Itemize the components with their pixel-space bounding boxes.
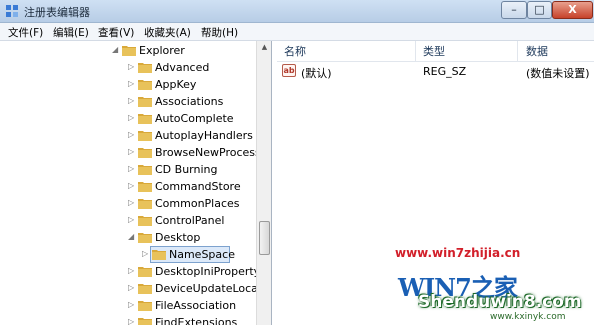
scroll-thumb[interactable] bbox=[259, 221, 270, 255]
tree-node[interactable]: ▷ CommonPlaces bbox=[0, 195, 256, 212]
tree-node-label: AppKey bbox=[155, 78, 197, 91]
registry-tree[interactable]: ◢ Explorer ▷ Advanced ▷ AppKey ▷ Associations ▷ A… bbox=[0, 41, 272, 325]
close-button[interactable]: X bbox=[552, 1, 593, 19]
tree-node[interactable]: ▷ FileAssociation bbox=[0, 297, 256, 314]
menu-bar: 文件(F) 编辑(E) 查看(V) 收藏夹(A) 帮助(H) bbox=[0, 23, 594, 41]
string-value-icon: ab bbox=[282, 64, 296, 77]
expand-arrow-icon[interactable]: ▷ bbox=[128, 181, 136, 191]
tree-node-label: Desktop bbox=[155, 231, 201, 244]
tree-node[interactable]: ▷ CommandStore bbox=[0, 178, 256, 195]
tree-node-label: ControlPanel bbox=[155, 214, 225, 227]
tree-node-label: AutoplayHandlers bbox=[155, 129, 253, 142]
expand-arrow-icon[interactable]: ▷ bbox=[128, 300, 136, 310]
column-divider[interactable] bbox=[517, 41, 518, 61]
folder-icon bbox=[138, 165, 152, 175]
tree-scrollbar[interactable]: ▲ bbox=[256, 41, 271, 325]
folder-icon bbox=[138, 148, 152, 158]
tree-node-label: Advanced bbox=[155, 61, 210, 74]
expand-arrow-icon[interactable]: ▷ bbox=[128, 198, 136, 208]
folder-icon bbox=[138, 131, 152, 141]
tree-node-label: CommandStore bbox=[155, 180, 241, 193]
expand-arrow-icon[interactable]: ▷ bbox=[128, 62, 136, 72]
header-divider bbox=[277, 61, 594, 62]
tree-node[interactable]: ▷ Advanced bbox=[0, 59, 256, 76]
tree-node[interactable]: ▷ ControlPanel bbox=[0, 212, 256, 229]
folder-icon bbox=[138, 182, 152, 192]
tree-node-explorer[interactable]: ◢ Explorer bbox=[0, 42, 256, 59]
values-list[interactable]: 名称 类型 数据 ab (默认) REG_SZ (数值未设置) bbox=[277, 41, 594, 325]
folder-icon bbox=[138, 301, 152, 311]
tree-node[interactable]: ▷ CD Burning bbox=[0, 161, 256, 178]
folder-icon bbox=[138, 114, 152, 124]
tree-node-label: Explorer bbox=[139, 44, 185, 57]
minimize-button[interactable]: – bbox=[501, 1, 527, 19]
column-header-name[interactable]: 名称 bbox=[284, 43, 306, 59]
folder-icon bbox=[138, 233, 152, 243]
tree-node[interactable]: ▷ AppKey bbox=[0, 76, 256, 93]
folder-icon bbox=[138, 284, 152, 294]
tree-node-label: Associations bbox=[155, 95, 224, 108]
tree-node[interactable]: ▷ AutoComplete bbox=[0, 110, 256, 127]
tree-node[interactable]: ▷ NameSpace bbox=[0, 246, 256, 263]
column-divider[interactable] bbox=[415, 41, 416, 61]
folder-icon bbox=[138, 80, 152, 90]
tree-node-label: AutoComplete bbox=[155, 112, 234, 125]
expand-arrow-icon[interactable]: ▷ bbox=[128, 266, 136, 276]
column-header-data[interactable]: 数据 bbox=[526, 43, 548, 59]
menu-help[interactable]: 帮助(H) bbox=[201, 25, 238, 40]
expand-arrow-icon[interactable]: ▷ bbox=[142, 249, 150, 259]
menu-favorites[interactable]: 收藏夹(A) bbox=[144, 25, 191, 40]
menu-edit[interactable]: 编辑(E) bbox=[53, 25, 89, 40]
folder-icon bbox=[138, 199, 152, 209]
expand-arrow-icon[interactable]: ▷ bbox=[128, 317, 136, 325]
tree-node[interactable]: ▷ DesktopIniPropertyM bbox=[0, 263, 270, 280]
collapse-arrow-icon[interactable]: ◢ bbox=[128, 232, 136, 242]
tree-node[interactable]: ▷ FindExtensions bbox=[0, 314, 256, 325]
expand-arrow-icon[interactable]: ▷ bbox=[128, 164, 136, 174]
tree-node-label: DesktopIniPropertyM bbox=[155, 265, 270, 278]
expand-arrow-icon[interactable]: ▷ bbox=[128, 113, 136, 123]
folder-icon bbox=[138, 267, 152, 277]
tree-node[interactable]: ▷ AutoplayHandlers bbox=[0, 127, 256, 144]
value-name: (默认) bbox=[301, 67, 332, 80]
folder-icon bbox=[152, 250, 166, 260]
folder-icon bbox=[138, 318, 152, 325]
tree-node-label: CD Burning bbox=[155, 163, 218, 176]
tree-node-label: DeviceUpdateLocatic bbox=[155, 282, 272, 295]
collapse-arrow-icon[interactable]: ◢ bbox=[112, 45, 120, 55]
tree-node-label: FindExtensions bbox=[155, 316, 238, 325]
menu-file[interactable]: 文件(F) bbox=[8, 25, 43, 40]
folder-icon bbox=[138, 216, 152, 226]
expand-arrow-icon[interactable]: ▷ bbox=[128, 215, 136, 225]
expand-arrow-icon[interactable]: ▷ bbox=[128, 79, 136, 89]
expand-arrow-icon[interactable]: ▷ bbox=[128, 96, 136, 106]
folder-icon bbox=[122, 46, 136, 56]
value-type: REG_SZ bbox=[423, 65, 467, 78]
expand-arrow-icon[interactable]: ▷ bbox=[128, 283, 136, 293]
tree-node-label: BrowseNewProcess bbox=[155, 146, 261, 159]
title-bar: 注册表编辑器 – □ X bbox=[0, 0, 594, 23]
tree-node[interactable]: ▷ BrowseNewProcess bbox=[0, 144, 261, 161]
column-header-type[interactable]: 类型 bbox=[423, 43, 445, 59]
expand-arrow-icon[interactable]: ▷ bbox=[128, 147, 136, 157]
registry-editor-icon bbox=[6, 5, 18, 17]
tree-node[interactable]: ▷ DeviceUpdateLocatic bbox=[0, 280, 271, 297]
folder-icon bbox=[138, 97, 152, 107]
value-data: (数值未设置) bbox=[526, 67, 590, 80]
menu-view[interactable]: 查看(V) bbox=[98, 25, 134, 40]
maximize-button[interactable]: □ bbox=[527, 1, 552, 19]
tree-node[interactable]: ▷ Associations bbox=[0, 93, 256, 110]
window-title: 注册表编辑器 bbox=[24, 6, 90, 19]
tree-node-label: FileAssociation bbox=[155, 299, 237, 312]
scroll-up-icon[interactable]: ▲ bbox=[260, 43, 269, 53]
folder-icon bbox=[138, 63, 152, 73]
expand-arrow-icon[interactable]: ▷ bbox=[128, 130, 136, 140]
tree-node[interactable]: ◢ Desktop bbox=[0, 229, 256, 246]
tree-node-label: CommonPlaces bbox=[155, 197, 240, 210]
tree-node-label: NameSpace bbox=[169, 248, 235, 261]
